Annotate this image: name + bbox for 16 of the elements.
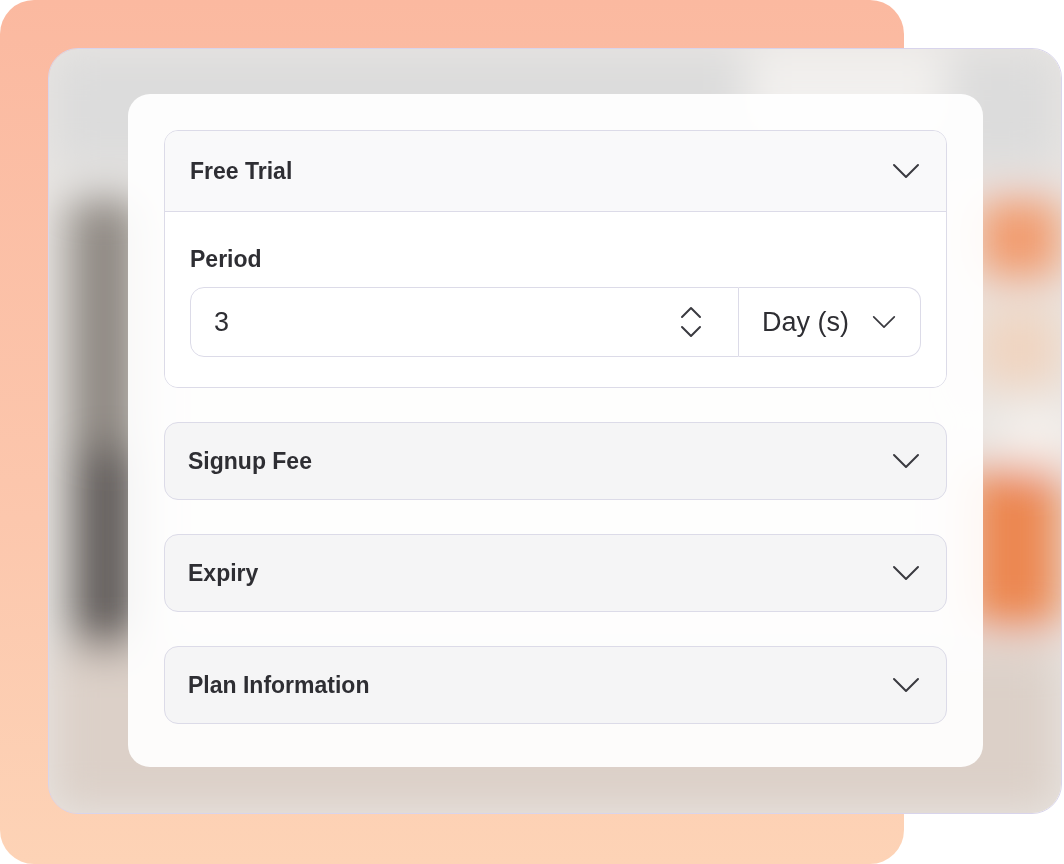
- accordion-header[interactable]: Free Trial: [165, 131, 946, 212]
- number-field[interactable]: 3: [190, 287, 739, 357]
- section-title: Signup Fee: [188, 447, 312, 475]
- accordion-header[interactable]: Expiry: [165, 535, 946, 611]
- chevron-down-icon: [892, 163, 920, 179]
- section-title: Free Trial: [190, 157, 293, 185]
- chevron-down-icon: [892, 453, 920, 469]
- stepper-icon[interactable]: [680, 306, 702, 338]
- section-title: Expiry: [188, 559, 259, 587]
- section-title: Plan Information: [188, 671, 370, 699]
- chevron-down-icon: [892, 565, 920, 581]
- chevron-down-icon: [872, 315, 896, 329]
- accordion-header[interactable]: Signup Fee: [165, 423, 946, 499]
- chevron-down-icon: [892, 677, 920, 693]
- field-label: Period: [190, 246, 263, 273]
- unit-select[interactable]: Day (s): [739, 287, 921, 357]
